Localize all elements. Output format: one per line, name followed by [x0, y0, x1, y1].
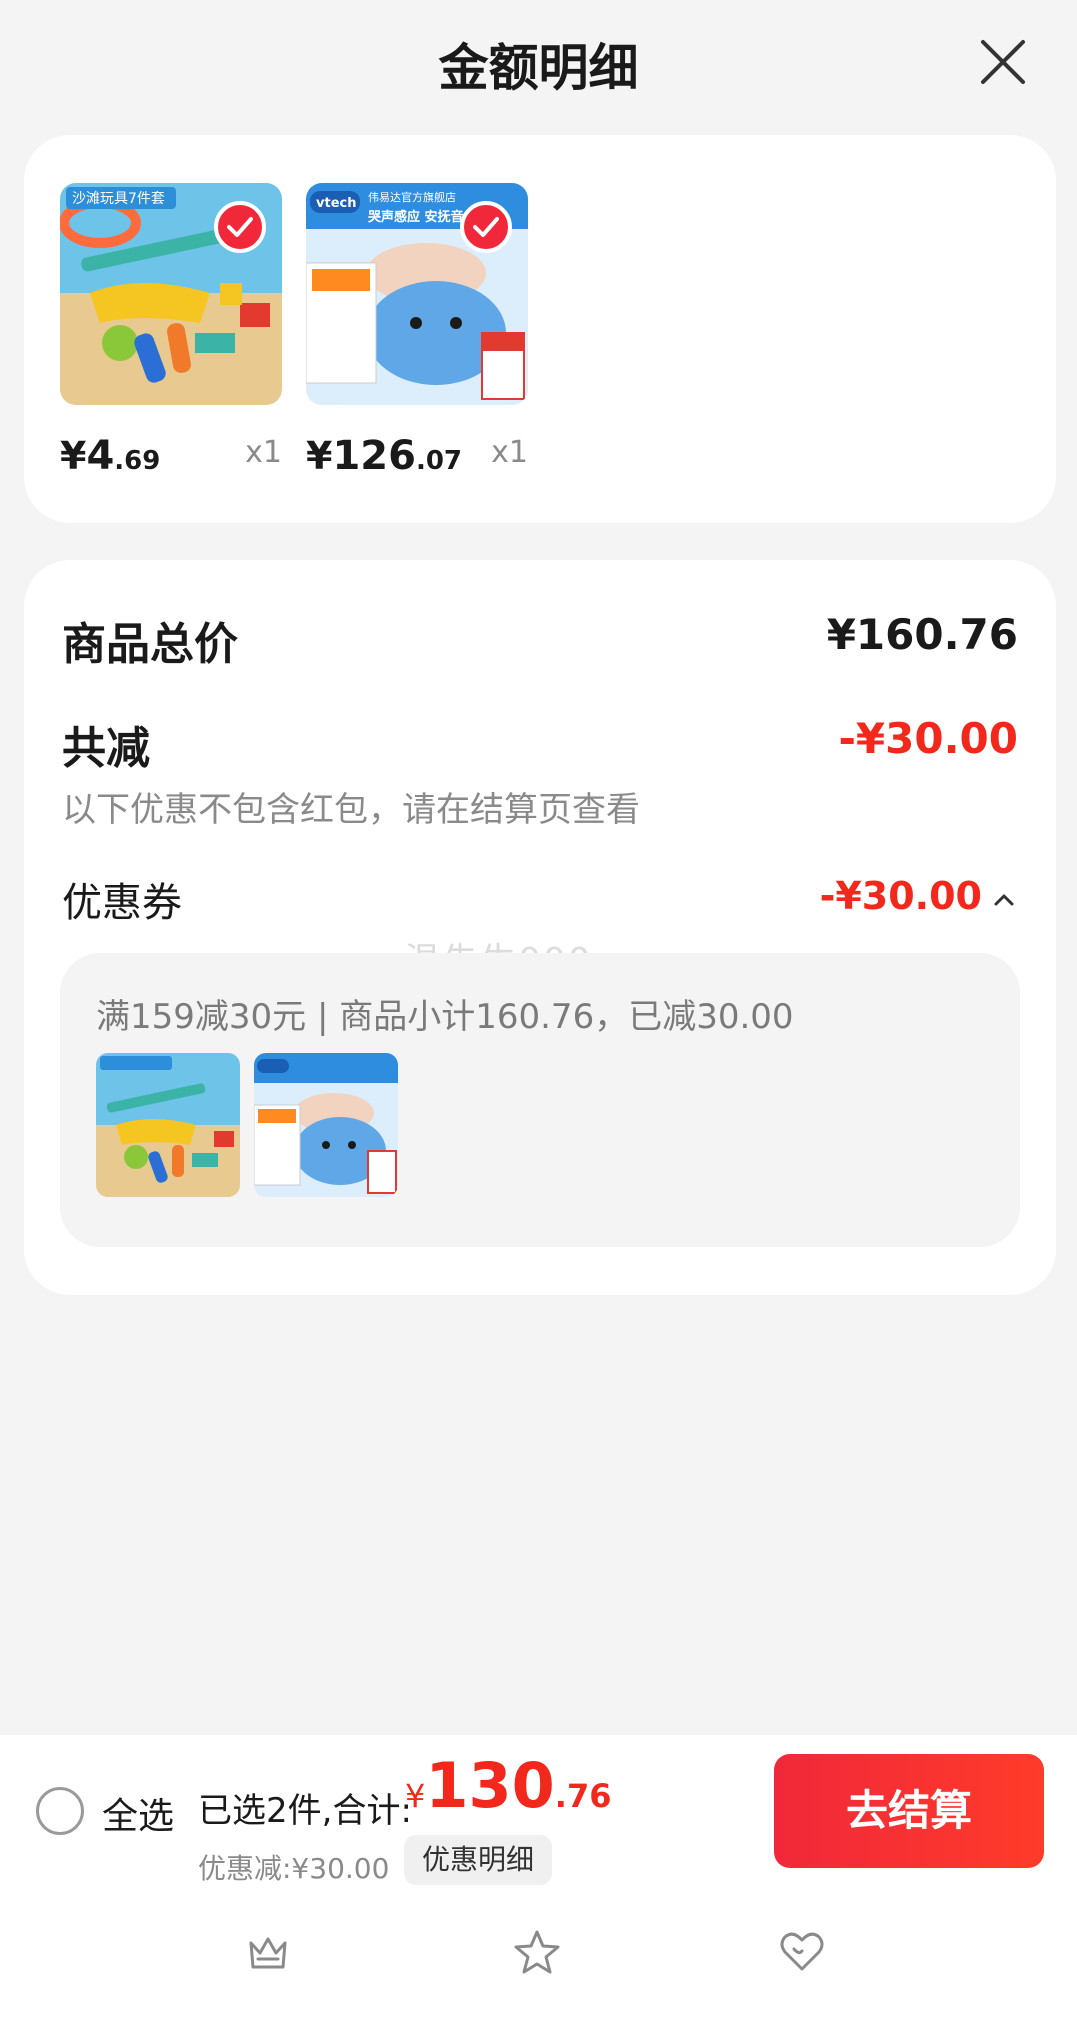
product-thumbnail[interactable]: vtech 伟易达官方旗舰店 哭声感应 安抚音乐	[306, 183, 528, 405]
discount-summary: 优惠减:¥30.00	[198, 1852, 390, 1885]
selected-summary: 已选2件,合计:	[198, 1791, 412, 1831]
product-price: ¥4.69	[60, 433, 161, 479]
thumb-brand: vtech	[316, 196, 356, 211]
discount-row: 共减 -¥30.00	[62, 712, 1018, 774]
thumb-label: 沙滩玩具7件套	[72, 191, 165, 207]
coupon-description: 满159减30元 | 商品小计160.76，已减30.00	[96, 997, 794, 1037]
discount-note: 以下优惠不包含红包，请在结算页查看	[62, 790, 640, 830]
coupon-detail-box: 满159减30元 | 商品小计160.76，已减30.00	[60, 953, 1020, 1247]
discount-detail-button[interactable]: 优惠明细	[404, 1835, 553, 1885]
close-icon[interactable]	[975, 34, 1031, 90]
coupon-label: 优惠券	[62, 880, 182, 926]
check-icon[interactable]	[214, 201, 266, 253]
discount-value: -¥30.00	[838, 714, 1018, 763]
heart-icon[interactable]	[777, 1927, 827, 1977]
chevron-up-icon[interactable]	[990, 890, 1018, 910]
product-qty: x1	[245, 435, 282, 470]
coupon-product-thumbnail[interactable]	[96, 1053, 240, 1197]
total-row: 商品总价 ¥160.76	[62, 608, 1018, 670]
total-label: 商品总价	[62, 619, 238, 670]
summary-card: 商品总价 ¥160.76 共减 -¥30.00 以下优惠不包含红包，请在结算页查…	[24, 560, 1056, 1295]
header: 金额明细	[0, 0, 1077, 125]
product-price: ¥126.07	[306, 433, 463, 479]
crown-icon[interactable]	[243, 1927, 293, 1977]
select-all-radio[interactable]	[36, 1787, 84, 1835]
check-icon[interactable]	[460, 201, 512, 253]
checkout-bar: 全选 已选2件,合计: ¥130.76 优惠减:¥30.00 优惠明细 去结算	[0, 1735, 1077, 1885]
tab-bar	[0, 1885, 1077, 2017]
select-all-label[interactable]: 全选	[102, 1787, 174, 1839]
total-price: ¥130.76	[405, 1749, 612, 1822]
thumb-store: 伟易达官方旗舰店	[368, 190, 456, 204]
product-item[interactable]: vtech 伟易达官方旗舰店 哭声感应 安抚音乐 ¥126.07 x1	[306, 183, 528, 485]
coupon-value: -¥30.00	[819, 874, 982, 918]
product-thumbnail[interactable]: 沙滩玩具7件套	[60, 183, 282, 405]
total-value: ¥160.76	[826, 610, 1018, 659]
product-item[interactable]: 沙滩玩具7件套 ¥4.69 x1	[60, 183, 282, 485]
page-title: 金额明细	[438, 39, 639, 97]
coupon-product-thumbnail[interactable]	[254, 1053, 398, 1197]
checkout-button[interactable]: 去结算	[774, 1754, 1044, 1868]
discount-label: 共减	[62, 723, 150, 774]
product-qty: x1	[491, 435, 528, 470]
coupon-row[interactable]: 优惠券 -¥30.00	[62, 870, 1018, 930]
products-card: 沙滩玩具7件套 ¥4.69 x1 vtech 伟易达官方旗舰店 哭声感应 安抚音…	[24, 135, 1056, 523]
star-icon[interactable]	[512, 1927, 562, 1977]
